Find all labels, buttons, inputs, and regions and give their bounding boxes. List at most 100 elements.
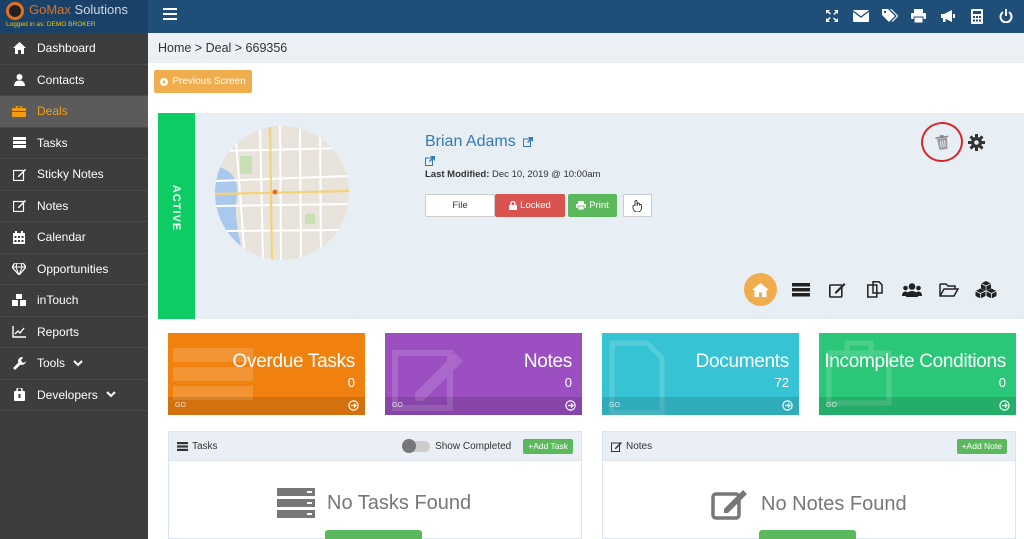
folder-open-icon[interactable]	[930, 278, 967, 302]
sidebar-item-dashboard[interactable]: Dashboard	[0, 33, 148, 65]
add-note-button[interactable]: + Add Note	[956, 438, 1007, 454]
sidebar-item-notes[interactable]: Notes	[0, 191, 148, 222]
property-map[interactable]	[215, 126, 349, 260]
card-count: 0	[998, 375, 1006, 390]
sidebar-item-label: Dashboard	[37, 41, 96, 56]
panel-title: Notes	[626, 440, 653, 452]
menu-toggle-icon[interactable]	[163, 8, 177, 22]
home-icon	[12, 41, 26, 55]
card-footer[interactable]: GO	[602, 397, 799, 415]
tasks-panel-header: Tasks Show Completed + Add Task	[169, 432, 581, 461]
envelope-icon[interactable]	[846, 5, 875, 27]
top-header: GoMax Solutions Logged in as: DEMO BROKE…	[0, 0, 1024, 33]
last-modified: Last Modified: Dec 10, 2019 @ 10:00am	[425, 169, 601, 180]
sidebar-item-intouch[interactable]: inTouch	[0, 285, 148, 317]
contacts-tab-icon[interactable]	[893, 278, 930, 302]
status-badge: ACTIVE	[170, 184, 182, 232]
power-icon[interactable]	[991, 5, 1020, 27]
tasks-icon	[277, 488, 315, 518]
sidebar-item-developers[interactable]: Developers	[0, 380, 148, 411]
hand-pointer-icon[interactable]	[623, 194, 652, 217]
tags-icon[interactable]	[875, 5, 904, 27]
sidebar-item-label: Deals	[37, 104, 68, 119]
fullscreen-icon[interactable]	[817, 5, 846, 27]
tasks-empty-state: No Tasks Found	[277, 488, 471, 518]
arrow-circle-right-icon	[348, 400, 359, 411]
sidebar: Dashboard Contacts Deals Tasks Sticky No…	[0, 33, 148, 539]
card-go-label: GO	[609, 402, 620, 409]
tasks-tab-icon[interactable]	[782, 278, 819, 302]
external-link-icon[interactable]	[425, 156, 435, 166]
brand-logo-icon	[6, 2, 24, 20]
previous-screen-button[interactable]: Previous Screen	[154, 70, 252, 93]
notes-action-button[interactable]	[759, 530, 856, 539]
cubes-icon	[12, 293, 26, 307]
status-strip: ACTIVE	[158, 113, 195, 319]
show-completed-label: Show Completed	[435, 440, 512, 452]
card-footer[interactable]: GO	[168, 397, 365, 415]
arrow-circle-right-icon	[782, 400, 793, 411]
delete-deal-button[interactable]	[918, 119, 966, 165]
wrench-icon	[12, 356, 26, 370]
sidebar-item-tools[interactable]: Tools	[0, 348, 148, 380]
print-icon	[576, 201, 587, 210]
file-button[interactable]: File	[425, 194, 495, 217]
calculator-icon[interactable]	[962, 5, 991, 27]
notes-card[interactable]: Notes 0 GO	[385, 333, 582, 415]
deal-name-link[interactable]: Brian Adams	[425, 133, 516, 150]
card-footer[interactable]: GO	[819, 397, 1016, 415]
arrow-circle-right-icon	[565, 400, 576, 411]
sidebar-item-sticky-notes[interactable]: Sticky Notes	[0, 159, 148, 191]
card-title: Incomplete Conditions	[824, 351, 1006, 372]
overdue-tasks-card[interactable]: Overdue Tasks 0 GO	[168, 333, 365, 415]
diamond-icon	[12, 262, 26, 276]
sidebar-item-label: Calendar	[37, 230, 86, 245]
edit-icon	[12, 167, 26, 181]
notes-tab-icon[interactable]	[819, 278, 856, 302]
sidebar-item-opportunities[interactable]: Opportunities	[0, 254, 148, 285]
sidebar-item-reports[interactable]: Reports	[0, 317, 148, 348]
deal-contact-name[interactable]: Brian Adams	[425, 133, 534, 151]
cubes-tab-icon[interactable]	[967, 278, 1004, 302]
sidebar-item-tasks[interactable]: Tasks	[0, 128, 148, 159]
code-icon	[12, 388, 26, 402]
briefcase-icon	[12, 104, 26, 118]
incomplete-conditions-card[interactable]: Incomplete Conditions 0 GO	[819, 333, 1016, 415]
print-icon[interactable]	[904, 5, 933, 27]
chevron-down-icon	[73, 360, 83, 367]
card-title: Notes	[523, 351, 572, 372]
edit-icon	[12, 199, 26, 213]
card-count: 72	[774, 375, 789, 390]
show-completed-toggle[interactable]	[402, 438, 431, 453]
tasks-action-button[interactable]	[325, 530, 422, 539]
deal-header-panel: ACTIVE Brian Adams Last Modified: Dec 10…	[158, 113, 1024, 319]
calendar-icon	[12, 230, 26, 244]
sidebar-item-calendar[interactable]: Calendar	[0, 222, 148, 254]
bullhorn-icon[interactable]	[933, 5, 962, 27]
tasks-icon	[177, 441, 188, 451]
documents-tab-icon[interactable]	[856, 278, 893, 302]
external-link-icon[interactable]	[523, 136, 534, 147]
sidebar-item-label: Developers	[37, 387, 98, 402]
lock-icon	[509, 201, 518, 210]
line-chart-icon	[12, 325, 26, 339]
locked-button[interactable]: Locked	[495, 194, 565, 217]
edit-icon	[711, 488, 749, 520]
notes-panel: Notes + Add Note No Notes Found	[602, 431, 1016, 539]
sidebar-item-contacts[interactable]: Contacts	[0, 65, 148, 96]
card-footer[interactable]: GO	[385, 397, 582, 415]
card-title: Documents	[695, 351, 790, 372]
sidebar-item-deals[interactable]: Deals	[0, 96, 148, 128]
documents-card[interactable]: Documents 72 GO	[602, 333, 799, 415]
home-tab-button[interactable]	[744, 273, 777, 306]
add-task-button[interactable]: + Add Task	[523, 438, 573, 454]
print-button[interactable]: Print	[568, 194, 617, 217]
card-go-label: GO	[826, 402, 837, 409]
gear-icon[interactable]	[968, 134, 985, 151]
sidebar-item-label: Notes	[37, 198, 69, 213]
brand[interactable]: GoMax Solutions Logged in as: DEMO BROKE…	[0, 0, 148, 33]
card-count: 0	[347, 375, 355, 390]
empty-message: No Notes Found	[761, 492, 907, 515]
sidebar-item-label: Sticky Notes	[37, 167, 104, 182]
sidebar-item-label: Reports	[37, 324, 80, 339]
